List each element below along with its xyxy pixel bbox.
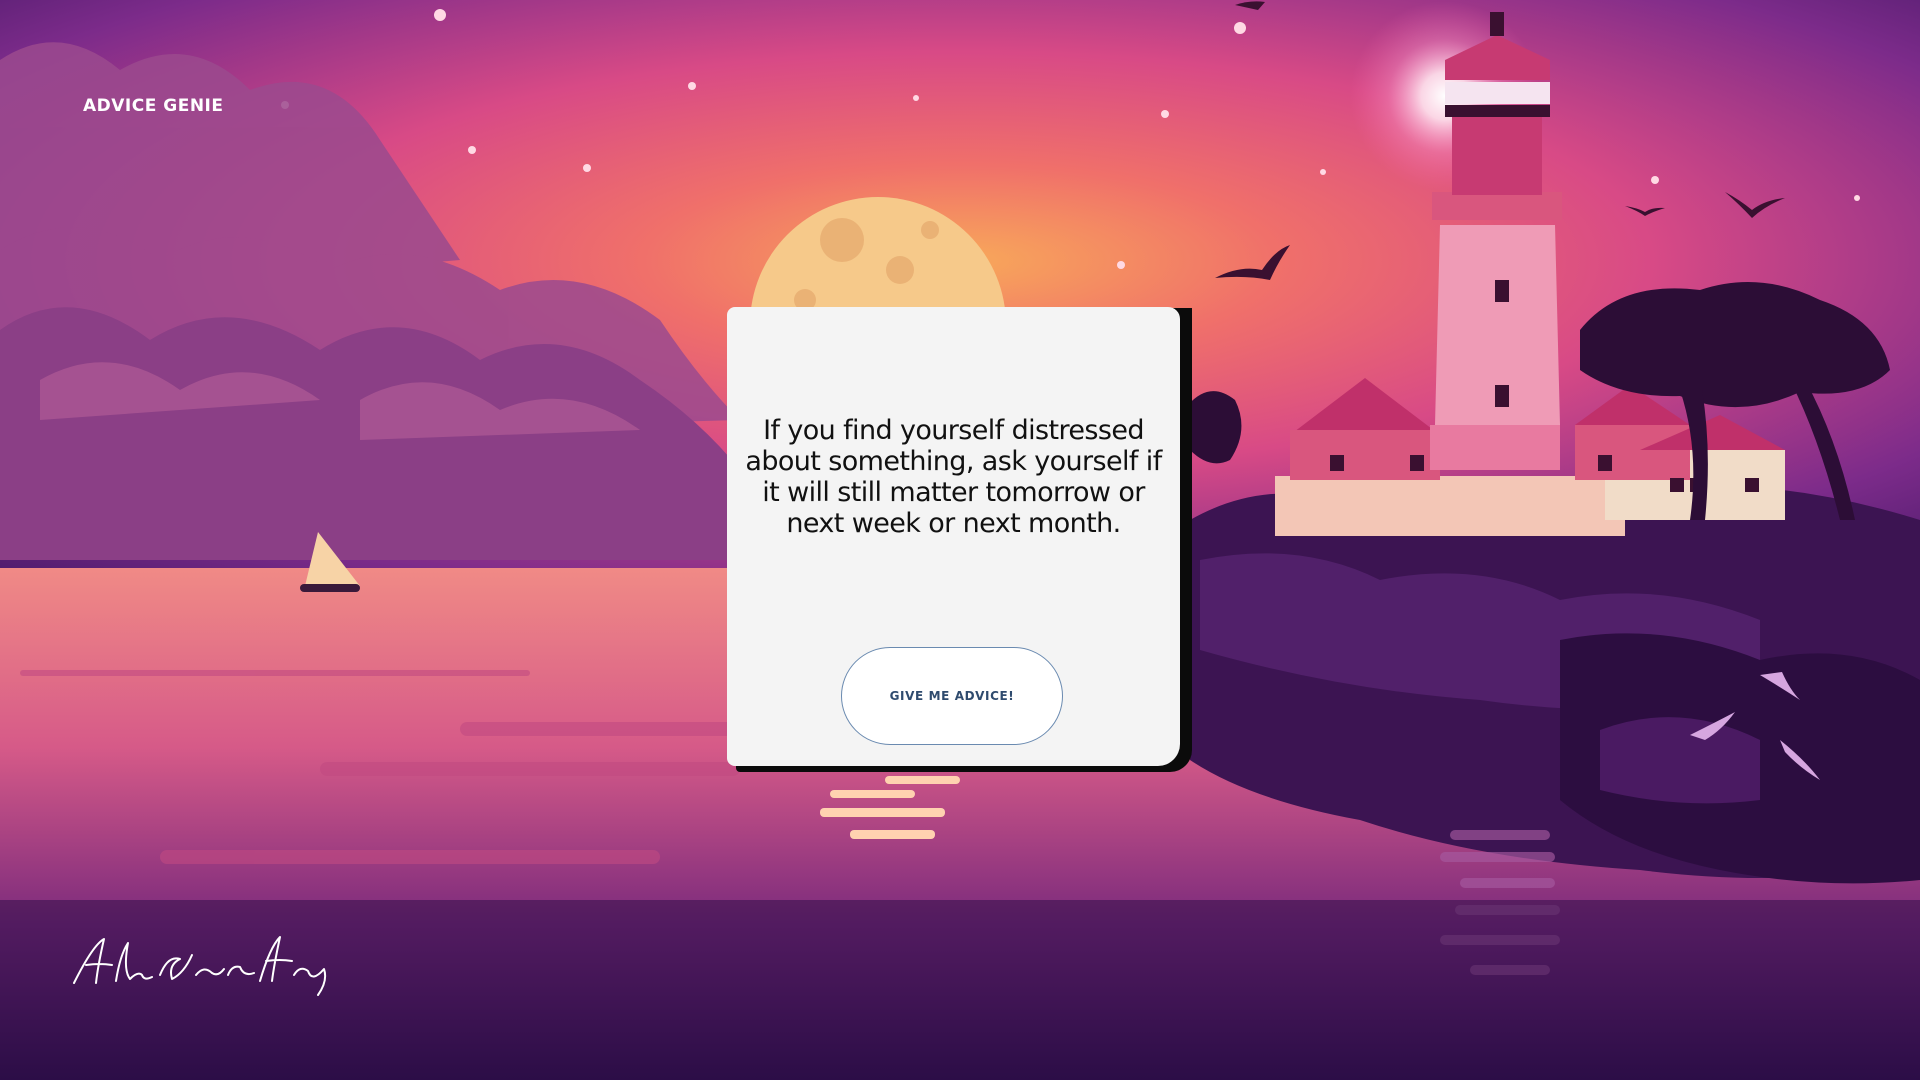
advice-text: If you find yourself distressed about so… xyxy=(745,415,1162,539)
give-advice-button[interactable]: GIVE ME ADVICE! xyxy=(841,647,1063,745)
app-brand: ADVICE GENIE xyxy=(83,96,224,116)
signature xyxy=(73,936,327,996)
advice-card: If you find yourself distressed about so… xyxy=(727,307,1180,766)
